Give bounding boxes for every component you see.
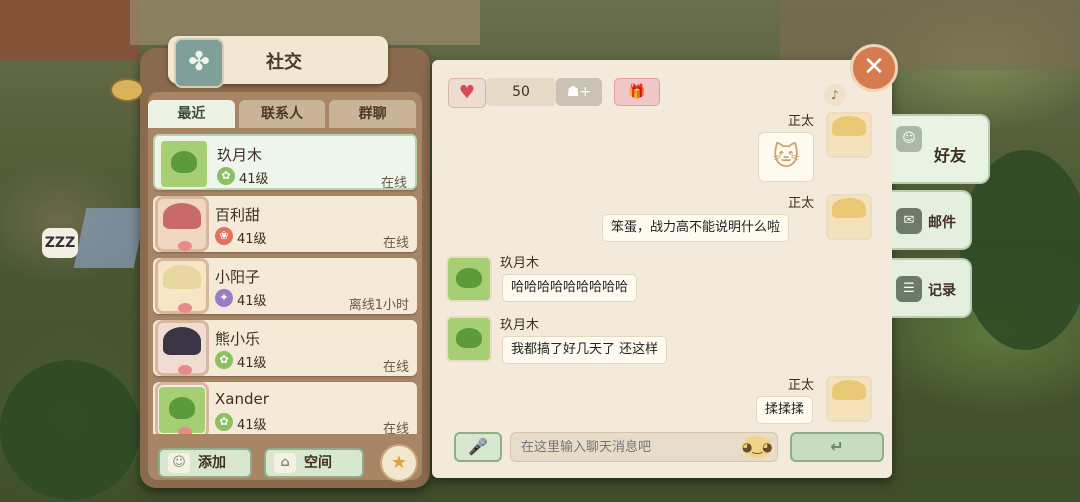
level-icon: ✦ (215, 289, 233, 307)
level-icon: ✿ (217, 167, 235, 185)
avatar (826, 376, 872, 422)
message-sender: 正太 (788, 378, 815, 393)
left-tabs: 最近 联系人 群聊 (148, 100, 417, 130)
cat-face-sticker-icon: 🐱 (758, 132, 814, 182)
message-sender: 玖月木 (500, 256, 540, 271)
star-favorite-icon[interactable]: ★ (380, 444, 418, 482)
background-cloth (73, 208, 147, 268)
friend-level: 41级 (237, 356, 267, 371)
friend-level: 41级 (237, 418, 267, 433)
add-person-icon: ☺ (168, 453, 190, 473)
chat-input[interactable] (510, 432, 778, 462)
friend-name: 玖月木 (217, 146, 263, 164)
friend-row[interactable]: 熊小乐 ✿ 41级 在线 (153, 320, 417, 376)
friend-level: 41级 (237, 294, 267, 309)
add-friend-button[interactable]: ☺ 添加 (158, 448, 252, 478)
gift-icon[interactable]: 🎁 (614, 78, 660, 106)
friend-row[interactable]: 小阳子 ✦ 41级 离线1小时 (153, 258, 417, 314)
side-tab-mail[interactable]: ✉ 邮件 (892, 190, 972, 250)
level-icon: ✿ (215, 413, 233, 431)
side-tab-friends[interactable]: ☺ 好友 (892, 114, 990, 184)
page-title: 社交 (266, 52, 302, 73)
friend-status: 在线 (382, 236, 409, 251)
bell-icon[interactable]: ♪ (824, 84, 846, 106)
message-bubble: 我都搞了好几天了 还这样 (502, 336, 668, 364)
side-tab-label: 记录 (928, 283, 956, 299)
friend-level: 41级 (239, 172, 269, 187)
send-button[interactable]: ↵ (790, 432, 884, 462)
intimacy-value: 50 (486, 78, 556, 106)
side-tab-label: 邮件 (928, 215, 956, 231)
heart-icon: ♥ (448, 78, 486, 108)
friend-name: 百利甜 (215, 206, 261, 224)
bell-ornament-icon (110, 78, 144, 102)
clover-emblem-icon: ✤ (174, 38, 224, 88)
friend-row[interactable]: 百利甜 ❀ 41级 在线 (153, 196, 417, 252)
message-sender: 正太 (788, 196, 815, 211)
background-roof (0, 0, 140, 60)
friend-status: 在线 (380, 176, 407, 191)
avatar (446, 256, 492, 302)
tab-groups[interactable]: 群聊 (329, 100, 417, 128)
friend-name: Xander (215, 390, 269, 408)
records-icon: ☰ (896, 276, 922, 302)
add-friend-icon[interactable]: ☗+ (556, 78, 602, 106)
message-bubble: 笨蛋，战力高不能说明什么啦 (602, 214, 790, 242)
friend-row[interactable]: 玖月木 ✿ 41级 在线 (153, 134, 417, 191)
avatar (446, 316, 492, 362)
side-tab-records[interactable]: ☰ 记录 (892, 258, 972, 318)
space-label: 空间 (304, 455, 332, 471)
side-tab-label: 好友 (934, 146, 967, 165)
tab-contacts[interactable]: 联系人 (238, 100, 326, 128)
friends-icon: ☺ (896, 126, 922, 152)
friend-list: 玖月木 ✿ 41级 在线 百利甜 ❀ 41级 在线 小阳子 ✦ 41级 离线1小… (153, 134, 417, 434)
tab-recent[interactable]: 最近 (148, 100, 235, 128)
friend-status: 在线 (382, 360, 409, 375)
message-sender: 正太 (788, 114, 815, 129)
message-bubble: 揉揉揉 (756, 396, 814, 424)
house-icon: ⌂ (274, 453, 296, 473)
avatar (826, 194, 872, 240)
friend-name: 小阳子 (215, 268, 261, 286)
emoji-icon[interactable]: ◕‿◕ (742, 436, 773, 458)
friend-row[interactable]: Xander ✿ 41级 在线 (153, 382, 417, 434)
avatar (157, 385, 207, 434)
message-bubble: 哈哈哈哈哈哈哈哈哈 (502, 274, 638, 302)
avatar (159, 139, 209, 189)
sleep-bubble: ZZZ (42, 228, 78, 258)
message-sender: 玖月木 (500, 318, 540, 333)
background-tree (0, 360, 140, 500)
add-friend-label: 添加 (198, 455, 226, 471)
close-button[interactable]: ✕ (850, 44, 898, 92)
avatar (157, 323, 207, 373)
avatar (826, 112, 872, 158)
friend-status: 在线 (382, 422, 409, 434)
mail-icon: ✉ (896, 208, 922, 234)
level-icon: ✿ (215, 351, 233, 369)
friend-status: 离线1小时 (348, 298, 409, 313)
avatar (157, 261, 207, 311)
space-button[interactable]: ⌂ 空间 (264, 448, 364, 478)
microphone-icon[interactable]: 🎤 (454, 432, 502, 462)
avatar (157, 199, 207, 249)
level-icon: ❀ (215, 227, 233, 245)
friend-name: 熊小乐 (215, 330, 261, 348)
friend-level: 41级 (237, 232, 267, 247)
